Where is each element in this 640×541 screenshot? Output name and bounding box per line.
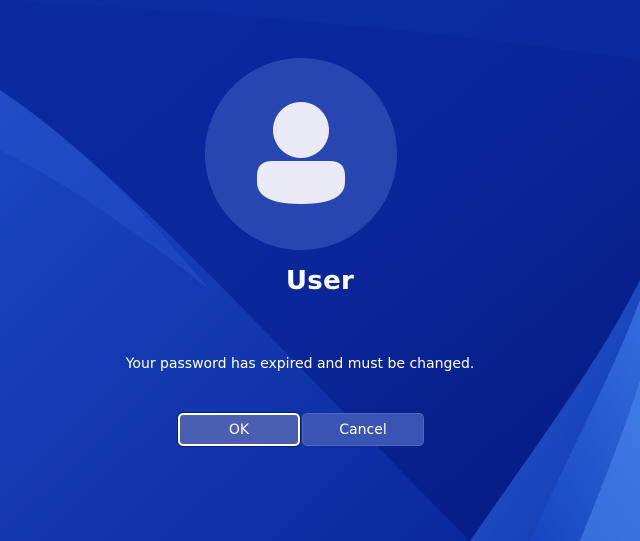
username-label: User bbox=[285, 266, 355, 296]
person-icon bbox=[257, 102, 345, 204]
cancel-button[interactable]: Cancel bbox=[302, 413, 424, 446]
ok-button[interactable]: OK bbox=[178, 413, 300, 446]
ok-button-label: OK bbox=[228, 421, 250, 438]
cancel-button-label: Cancel bbox=[339, 421, 387, 438]
user-avatar bbox=[205, 58, 397, 250]
password-expired-message: Your password has expired and must be ch… bbox=[125, 356, 475, 372]
